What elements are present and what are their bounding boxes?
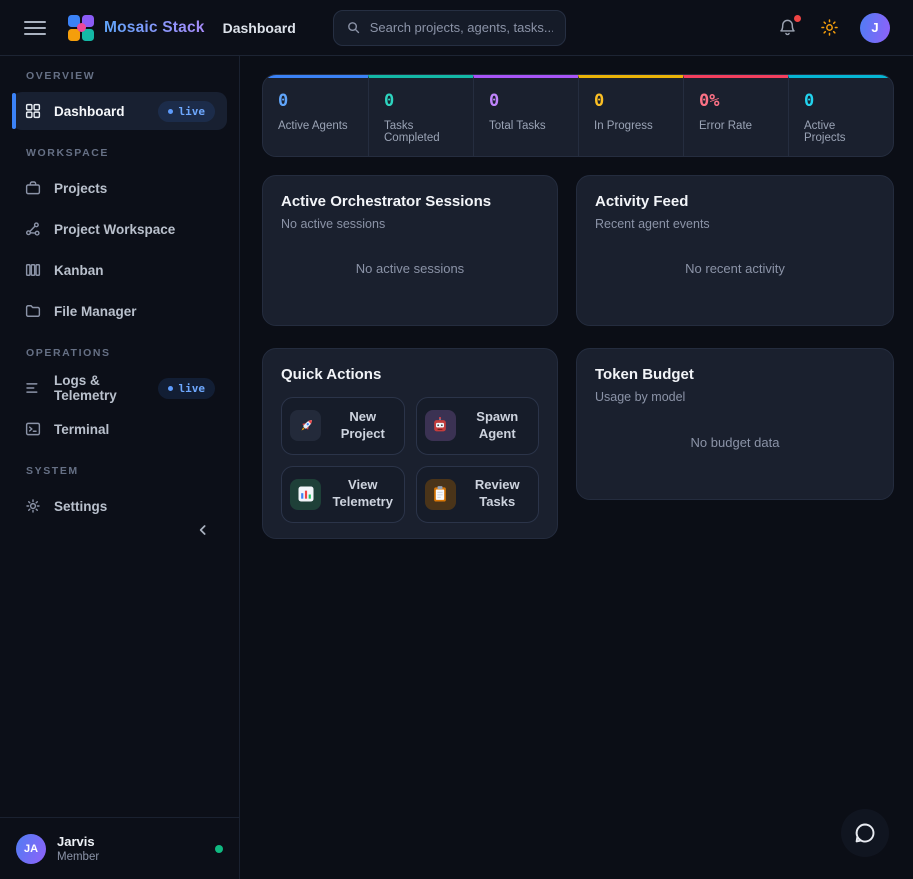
sidebar-item-label: Dashboard bbox=[54, 104, 125, 119]
sidebar-item-project-workspace[interactable]: Project Workspace bbox=[12, 210, 227, 248]
section-label-system: SYSTEM bbox=[26, 465, 213, 477]
grid-icon bbox=[24, 102, 42, 120]
bar-chart-icon bbox=[290, 479, 321, 510]
stat-tasks-completed: 0 Tasks Completed bbox=[368, 75, 473, 156]
section-label-workspace: WORKSPACE bbox=[26, 147, 213, 159]
clipboard-icon bbox=[425, 479, 456, 510]
empty-state-text: No active sessions bbox=[281, 231, 539, 310]
briefcase-icon bbox=[24, 179, 42, 197]
action-label: Spawn Agent bbox=[465, 409, 531, 443]
empty-state-text: No recent activity bbox=[595, 231, 875, 310]
stat-error-rate: 0% Error Rate bbox=[683, 75, 788, 156]
card-title: Active Orchestrator Sessions bbox=[281, 193, 539, 210]
mosaic-logo-icon bbox=[68, 15, 94, 41]
action-label: View Telemetry bbox=[330, 477, 396, 511]
menu-toggle-button[interactable] bbox=[24, 17, 46, 39]
sidebar-user-card[interactable]: JA Jarvis Member bbox=[0, 817, 239, 879]
stats-row: 0 Active Agents 0 Tasks Completed 0 Tota… bbox=[262, 74, 894, 157]
action-label: New Project bbox=[330, 409, 396, 443]
review-tasks-button[interactable]: Review Tasks bbox=[416, 466, 540, 524]
action-label: Review Tasks bbox=[465, 477, 531, 511]
sidebar: OVERVIEW Dashboard live WORKSPACE Projec… bbox=[0, 56, 240, 879]
chevron-left-icon bbox=[195, 522, 211, 538]
stat-total-tasks: 0 Total Tasks bbox=[473, 75, 578, 156]
top-bar: Mosaic Stack Dashboard J bbox=[0, 0, 913, 56]
chat-bubble-icon bbox=[853, 821, 877, 845]
sidebar-item-logs-telemetry[interactable]: Logs & Telemetry live bbox=[12, 369, 227, 407]
app-logo: Mosaic Stack bbox=[68, 15, 205, 41]
token-budget-card: Token Budget Usage by model No budget da… bbox=[576, 348, 894, 500]
sidebar-item-label: Logs & Telemetry bbox=[54, 373, 146, 403]
user-avatar-initials: JA bbox=[16, 834, 46, 864]
global-search[interactable] bbox=[333, 10, 566, 46]
section-label-operations: OPERATIONS bbox=[26, 347, 213, 359]
robot-icon bbox=[425, 410, 456, 441]
sidebar-collapse-button[interactable] bbox=[191, 518, 215, 542]
search-input[interactable] bbox=[370, 20, 553, 35]
brand-name: Mosaic Stack bbox=[104, 19, 205, 37]
kanban-columns-icon bbox=[24, 261, 42, 279]
rocket-icon bbox=[290, 410, 321, 441]
quick-actions-card: Quick Actions bbox=[262, 348, 558, 539]
sidebar-item-label: Projects bbox=[54, 181, 107, 196]
gear-icon bbox=[24, 497, 42, 515]
user-avatar[interactable]: J bbox=[860, 13, 890, 43]
main-content: 0 Active Agents 0 Tasks Completed 0 Tota… bbox=[240, 56, 913, 879]
live-badge: live bbox=[158, 378, 216, 399]
view-telemetry-button[interactable]: View Telemetry bbox=[281, 466, 405, 524]
card-subtitle: Usage by model bbox=[595, 390, 875, 404]
sidebar-item-label: Terminal bbox=[54, 422, 109, 437]
card-subtitle: No active sessions bbox=[281, 217, 539, 231]
empty-state-text: No budget data bbox=[595, 404, 875, 484]
nodes-icon bbox=[24, 220, 42, 238]
sidebar-item-label: Kanban bbox=[54, 263, 104, 278]
stat-active-agents: 0 Active Agents bbox=[263, 75, 368, 156]
sidebar-item-label: File Manager bbox=[54, 304, 137, 319]
notification-dot bbox=[794, 15, 801, 22]
sidebar-item-kanban[interactable]: Kanban bbox=[12, 251, 227, 289]
new-project-button[interactable]: New Project bbox=[281, 397, 405, 455]
sidebar-item-label: Project Workspace bbox=[54, 222, 175, 237]
user-role: Member bbox=[57, 851, 99, 863]
sidebar-item-dashboard[interactable]: Dashboard live bbox=[12, 92, 227, 130]
chat-button[interactable] bbox=[841, 809, 889, 857]
card-title: Token Budget bbox=[595, 366, 875, 383]
sun-icon bbox=[820, 18, 839, 37]
online-status-dot bbox=[215, 845, 223, 853]
sidebar-item-file-manager[interactable]: File Manager bbox=[12, 292, 227, 330]
activity-feed-card: Activity Feed Recent agent events No rec… bbox=[576, 175, 894, 326]
terminal-icon bbox=[24, 420, 42, 438]
stat-active-projects: 0 Active Projects bbox=[788, 75, 893, 156]
folder-icon bbox=[24, 302, 42, 320]
notifications-button[interactable] bbox=[776, 16, 799, 39]
active-sessions-card: Active Orchestrator Sessions No active s… bbox=[262, 175, 558, 326]
live-badge: live bbox=[158, 101, 216, 122]
sidebar-item-label: Settings bbox=[54, 499, 107, 514]
card-subtitle: Recent agent events bbox=[595, 217, 875, 231]
stat-in-progress: 0 In Progress bbox=[578, 75, 683, 156]
log-lines-icon bbox=[24, 379, 42, 397]
theme-toggle-button[interactable] bbox=[818, 16, 841, 39]
page-title: Dashboard bbox=[223, 20, 296, 36]
spawn-agent-button[interactable]: Spawn Agent bbox=[416, 397, 540, 455]
sidebar-item-terminal[interactable]: Terminal bbox=[12, 410, 227, 448]
user-name: Jarvis bbox=[57, 834, 99, 849]
section-label-overview: OVERVIEW bbox=[26, 70, 213, 82]
card-title: Quick Actions bbox=[281, 366, 539, 383]
search-icon bbox=[346, 20, 361, 35]
sidebar-item-projects[interactable]: Projects bbox=[12, 169, 227, 207]
card-title: Activity Feed bbox=[595, 193, 875, 210]
